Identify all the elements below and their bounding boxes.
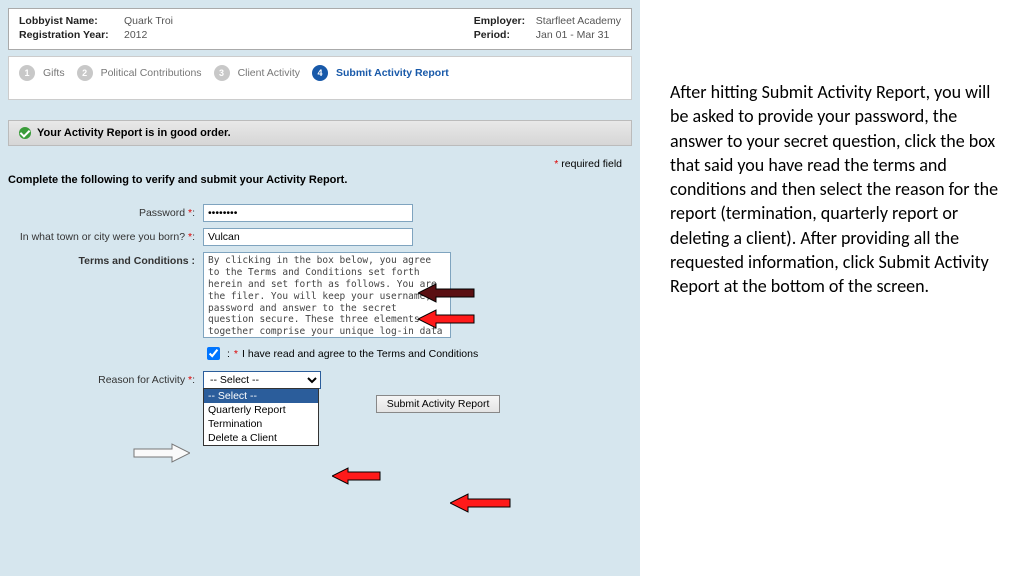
terms-label: Terms and Conditions : [8,252,203,267]
secret-answer-input[interactable] [203,228,413,246]
step-4-label[interactable]: Submit Activity Report [336,67,449,79]
reason-label: Reason for Activity *: [8,371,203,386]
step-4-num[interactable]: 4 [312,65,328,81]
employer-value: Starfleet Academy [536,15,621,27]
check-icon [19,127,31,139]
step-1-num[interactable]: 1 [19,65,35,81]
step-2-num[interactable]: 2 [77,65,93,81]
status-text: Your Activity Report is in good order. [37,127,231,139]
instruction-text: Complete the following to verify and sub… [8,174,632,186]
password-label: Password *: [8,204,203,219]
period-value: Jan 01 - Mar 31 [536,29,610,41]
reason-option-quarterly[interactable]: Quarterly Report [204,403,318,417]
period-label: Period: [474,29,536,41]
step-3-label[interactable]: Client Activity [238,67,300,79]
status-bar: Your Activity Report is in good order. [8,120,632,146]
agree-checkbox[interactable] [207,347,220,360]
reason-option-delete[interactable]: Delete a Client [204,431,318,445]
arrow-annotation-secret [418,308,478,330]
header-left: Lobbyist Name:Quark Troi Registration Ye… [19,15,173,43]
employer-label: Employer: [474,15,536,27]
arrow-annotation-reason [332,466,384,486]
arrow-annotation-password [418,282,478,304]
explanatory-text: After hitting Submit Activity Report, yo… [640,0,1024,576]
app-panel: Lobbyist Name:Quark Troi Registration Ye… [0,0,640,576]
submit-button[interactable]: Submit Activity Report [376,395,501,413]
header-info-box: Lobbyist Name:Quark Troi Registration Ye… [8,8,632,50]
secret-question-label: In what town or city were you born? *: [8,228,203,243]
arrow-annotation-submit [450,492,514,514]
reg-year-label: Registration Year: [19,29,124,41]
lobbyist-name-label: Lobbyist Name: [19,15,124,27]
step-1-label[interactable]: Gifts [43,67,65,79]
terms-textarea[interactable]: By clicking in the box below, you agree … [203,252,451,338]
reg-year-value: 2012 [124,29,147,41]
arrow-annotation-checkbox [130,442,190,464]
required-note: * required field [8,158,632,170]
step-3-num[interactable]: 3 [214,65,230,81]
reason-option-termination[interactable]: Termination [204,417,318,431]
header-right: Employer:Starfleet Academy Period:Jan 01… [474,15,621,43]
password-input[interactable] [203,204,413,222]
reason-select[interactable]: -- Select -- [203,371,321,389]
step-2-label[interactable]: Political Contributions [101,67,202,79]
reason-dropdown-list: -- Select -- Quarterly Report Terminatio… [203,388,319,446]
lobbyist-name-value: Quark Troi [124,15,173,27]
agree-label: I have read and agree to the Terms and C… [242,348,478,360]
reason-option-select[interactable]: -- Select -- [204,389,318,403]
wizard-steps: 1 Gifts 2 Political Contributions 3 Clie… [8,56,632,100]
